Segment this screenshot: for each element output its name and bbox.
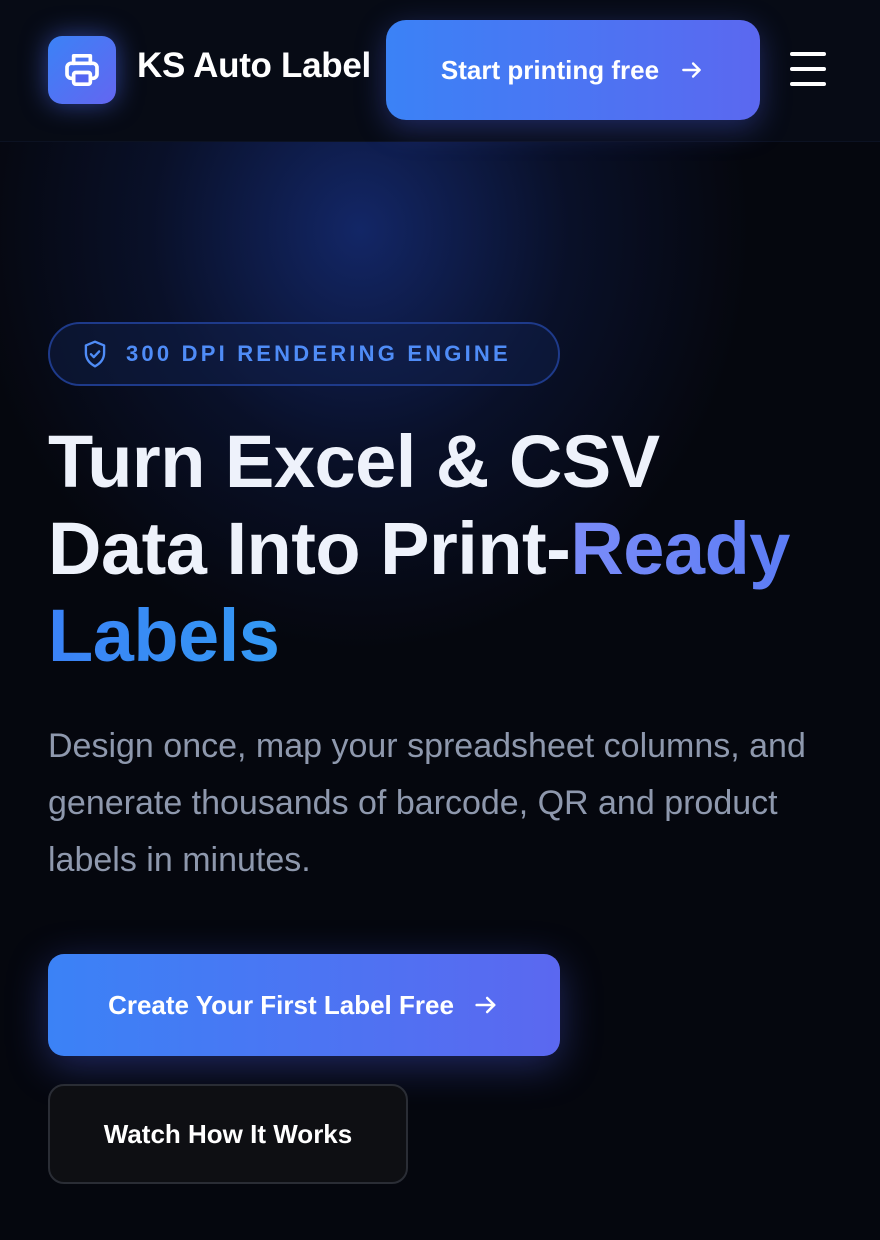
shield-check-icon [84, 340, 106, 368]
arrow-right-icon [682, 62, 701, 78]
feature-badge: 300 DPI RENDERING ENGINE [48, 322, 560, 386]
brand-name[interactable]: KS Auto Label [137, 46, 371, 86]
headline-line-2: Data Into Print-Ready [48, 505, 848, 592]
create-first-label-button[interactable]: Create Your First Label Free [48, 954, 560, 1056]
create-first-label-text: Create Your First Label Free [108, 989, 454, 1020]
start-printing-button[interactable]: Start printing free [386, 20, 760, 120]
start-printing-label: Start printing free [440, 54, 660, 85]
headline-accent-labels: Labels [48, 592, 848, 679]
watch-how-it-works-text: Watch How It Works [103, 1118, 353, 1149]
headline-line-2-plain: Data Into Print- [48, 507, 571, 590]
printer-icon [65, 54, 99, 87]
brand-logo[interactable] [48, 36, 116, 104]
badge-text: 300 DPI RENDERING ENGINE [126, 341, 511, 366]
top-nav-bar: KS Auto Label Start printing free [0, 0, 880, 142]
hero-subtitle: Design once, map your spreadsheet column… [48, 727, 806, 879]
arrow-right-icon [475, 996, 496, 1014]
hamburger-menu-icon[interactable] [788, 50, 828, 88]
watch-how-it-works-button[interactable]: Watch How It Works [48, 1084, 408, 1184]
headline-accent-ready: Ready [570, 507, 790, 590]
hero-headline: Turn Excel & CSV Data Into Print-Ready L… [48, 418, 848, 679]
headline-line-1: Turn Excel & CSV [48, 420, 660, 503]
